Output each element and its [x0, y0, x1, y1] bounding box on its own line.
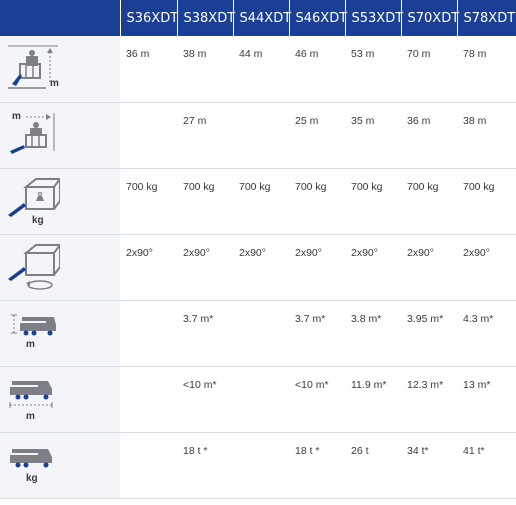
table-cell: 700 kg — [345, 168, 401, 235]
table-row: m 3.7 m* 3.7 m* 3.8 m* 3.95 m* 4.3 m* — [0, 300, 516, 367]
column-header: S46XDT — [288, 0, 347, 36]
column-header: S78XDT — [456, 0, 516, 36]
spec-table: S36XDT S38XDT S44XDT S46XDT S53XDT S70XD… — [0, 0, 516, 499]
table-cell: 2x90° — [233, 234, 289, 301]
table-cell: 3.7 m* — [177, 300, 233, 367]
table-cell: 78 m — [457, 36, 516, 103]
table-row: kg 18 t * 18 t * 26 t 34 t* 41 t* — [0, 432, 516, 499]
table-cell: 34 t* — [401, 432, 457, 499]
table-cell: 53 m — [345, 36, 401, 103]
table-cell: 11.9 m* — [345, 366, 401, 433]
table-cell: 700 kg — [401, 168, 457, 235]
table-cell: 41 t* — [457, 432, 516, 499]
column-header: S70XDT — [400, 0, 459, 36]
table-cell: 18 t * — [177, 432, 233, 499]
table-cell: 25 m — [289, 102, 345, 169]
table-cell: <10 m* — [289, 366, 345, 433]
table-row: m <10 m* <10 m* 11.9 m* 12.3 m* 13 m* — [0, 366, 516, 433]
table-cell: 2x90° — [177, 234, 233, 301]
table-cell: <10 m* — [177, 366, 233, 433]
table-cell: 2x90° — [457, 234, 516, 301]
table-cell: 35 m — [345, 102, 401, 169]
table-cell: 700 kg — [233, 168, 289, 235]
table-cell: 4.3 m* — [457, 300, 516, 367]
table-cell: 44 m — [233, 36, 289, 103]
table-cell: 2x90° — [345, 234, 401, 301]
icon-unit-label: kg — [32, 214, 44, 226]
column-header: S36XDT — [119, 0, 178, 36]
table-cell: 3.8 m* — [345, 300, 401, 367]
row-icon-cell: kg — [0, 168, 120, 235]
spec-table-container: S36XDT S38XDT S44XDT S46XDT S53XDT S70XD… — [0, 0, 516, 505]
max-horizontal-outreach-icon — [6, 111, 60, 161]
table-cell: 2x90° — [289, 234, 345, 301]
table-cell: 700 kg — [177, 168, 233, 235]
table-cell: 18 t * — [289, 432, 345, 499]
row-icon-cell: m — [0, 36, 120, 103]
table-cell: 2x90° — [120, 234, 177, 301]
table-cell: 26 t — [345, 432, 401, 499]
table-cell: 27 m — [177, 102, 233, 169]
table-cell: 12.3 m* — [401, 366, 457, 433]
icon-unit-label: m — [26, 410, 35, 422]
table-row: m 27 m 25 m 35 m 36 m 38 m — [0, 102, 516, 169]
table-cell — [120, 432, 177, 499]
stowed-height-icon — [6, 309, 60, 359]
table-cell — [120, 300, 177, 367]
table-cell: 38 m — [177, 36, 233, 103]
table-cell: 70 m — [401, 36, 457, 103]
table-cell — [233, 432, 289, 499]
table-cell — [120, 102, 177, 169]
row-icon-cell: m — [0, 102, 120, 169]
table-row: 2x90° 2x90° 2x90° 2x90° 2x90° 2x90° 2x90… — [0, 234, 516, 301]
row-icon-cell: m — [0, 366, 120, 433]
table-cell: 700 kg — [457, 168, 516, 235]
table-cell: 46 m — [289, 36, 345, 103]
icon-unit-label: m — [26, 338, 35, 350]
column-header: S53XDT — [344, 0, 403, 36]
table-cell: 3.95 m* — [401, 300, 457, 367]
header-row: S36XDT S38XDT S44XDT S46XDT S53XDT S70XD… — [0, 0, 516, 36]
column-header: S38XDT — [176, 0, 235, 36]
column-header: S44XDT — [232, 0, 291, 36]
row-icon-cell: m — [0, 300, 120, 367]
icon-unit-label: kg — [26, 472, 38, 484]
table-cell — [233, 300, 289, 367]
table-cell: 13 m* — [457, 366, 516, 433]
row-icon-cell — [0, 234, 120, 301]
platform-rotation-icon — [6, 243, 60, 293]
table-row: m 36 m 38 m 44 m 46 m 53 m 70 m 78 m — [0, 36, 516, 103]
table-cell — [120, 366, 177, 433]
table-cell: 700 kg — [120, 168, 177, 235]
row-icon-cell: kg — [0, 432, 120, 499]
table-cell: 36 m — [120, 36, 177, 103]
table-cell: 2x90° — [401, 234, 457, 301]
icon-unit-label: m — [50, 78, 59, 89]
header-icon-cell — [0, 0, 120, 36]
table-cell — [233, 366, 289, 433]
table-cell: 36 m — [401, 102, 457, 169]
table-cell: 3.7 m* — [289, 300, 345, 367]
table-cell — [233, 102, 289, 169]
table-row: kg 700 kg 700 kg 700 kg 700 kg 700 kg 70… — [0, 168, 516, 235]
table-cell: 38 m — [457, 102, 516, 169]
table-cell: 700 kg — [289, 168, 345, 235]
